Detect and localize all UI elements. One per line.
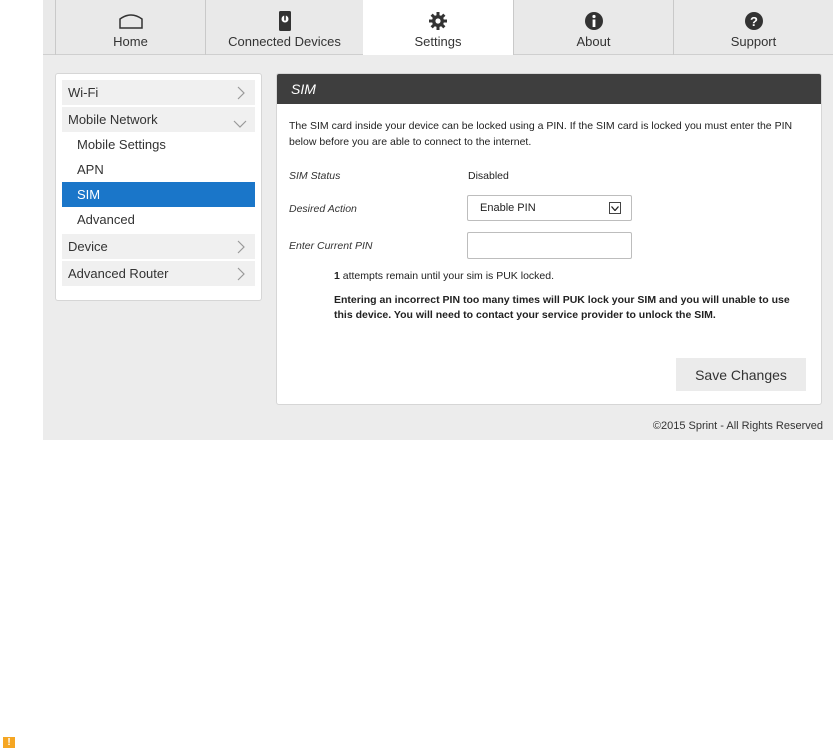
attempts-text: attempts remain until your sim is PUK lo…	[339, 270, 555, 282]
app-window: Home Connected Devices Settings About ? …	[43, 0, 833, 440]
sidebar-item-mobile-settings[interactable]: Mobile Settings	[62, 132, 255, 157]
sidebar-item-label: Mobile Settings	[77, 137, 166, 152]
sidebar: Wi-Fi Mobile Network Mobile Settings APN…	[55, 73, 262, 301]
sidebar-item-label: APN	[77, 162, 104, 177]
sidebar-item-label: Device	[68, 239, 108, 254]
sim-status-value: Disabled	[468, 170, 509, 182]
sidebar-item-device[interactable]: Device	[62, 234, 255, 259]
sidebar-item-label: Advanced Router	[68, 266, 169, 281]
sidebar-item-sim[interactable]: SIM	[62, 182, 255, 207]
chevron-down-icon	[233, 116, 247, 131]
chevron-right-icon	[237, 267, 245, 284]
panel-title: SIM	[277, 74, 821, 104]
chevron-right-icon	[237, 86, 245, 103]
info-icon	[584, 8, 604, 34]
attempts-remaining: 1 attempts remain until your sim is PUK …	[334, 270, 554, 282]
desired-action-select[interactable]: Enable PIN	[467, 195, 632, 221]
sidebar-item-wifi[interactable]: Wi-Fi	[62, 80, 255, 105]
desired-action-label: Desired Action	[289, 203, 357, 215]
device-icon	[277, 8, 293, 34]
chevron-right-icon	[237, 240, 245, 257]
warning-icon: !	[3, 737, 15, 748]
sidebar-item-label: SIM	[77, 187, 101, 202]
tab-connected-devices[interactable]: Connected Devices	[205, 0, 363, 55]
tab-home[interactable]: Home	[55, 0, 205, 55]
sidebar-item-apn[interactable]: APN	[62, 157, 255, 182]
footer-copyright: ©2015 Sprint - All Rights Reserved	[652, 420, 823, 432]
svg-text:?: ?	[750, 14, 758, 29]
tab-home-label: Home	[113, 34, 148, 49]
current-pin-input[interactable]	[467, 232, 632, 259]
top-nav: Home Connected Devices Settings About ? …	[43, 0, 833, 55]
tab-settings[interactable]: Settings	[363, 0, 513, 55]
tab-settings-label: Settings	[414, 34, 462, 49]
home-icon	[118, 8, 144, 34]
puk-warning: Entering an incorrect PIN too many times…	[334, 294, 790, 321]
current-pin-label: Enter Current PIN	[289, 240, 373, 252]
sidebar-item-advanced-router[interactable]: Advanced Router	[62, 261, 255, 286]
sim-status-label: SIM Status	[289, 170, 341, 182]
sidebar-item-label: Advanced	[77, 212, 135, 227]
desired-action-value: Enable PIN	[480, 202, 536, 214]
intro-text: The SIM card inside your device can be l…	[289, 120, 793, 148]
sidebar-item-label: Wi-Fi	[68, 85, 99, 100]
tab-connected-devices-label: Connected Devices	[228, 34, 341, 49]
tab-about[interactable]: About	[513, 0, 673, 55]
sidebar-item-advanced[interactable]: Advanced	[62, 207, 255, 232]
sim-panel: SIM The SIM card inside your device can …	[276, 73, 822, 405]
tab-about-label: About	[576, 34, 611, 49]
gear-icon	[428, 8, 448, 34]
sidebar-item-mobile-network[interactable]: Mobile Network	[62, 107, 255, 132]
question-icon: ?	[744, 8, 764, 34]
save-changes-button[interactable]: Save Changes	[676, 358, 806, 391]
tab-support[interactable]: ? Support	[673, 0, 833, 55]
chevron-down-icon	[609, 202, 621, 214]
tab-support-label: Support	[730, 34, 777, 49]
sidebar-item-label: Mobile Network	[68, 112, 158, 127]
